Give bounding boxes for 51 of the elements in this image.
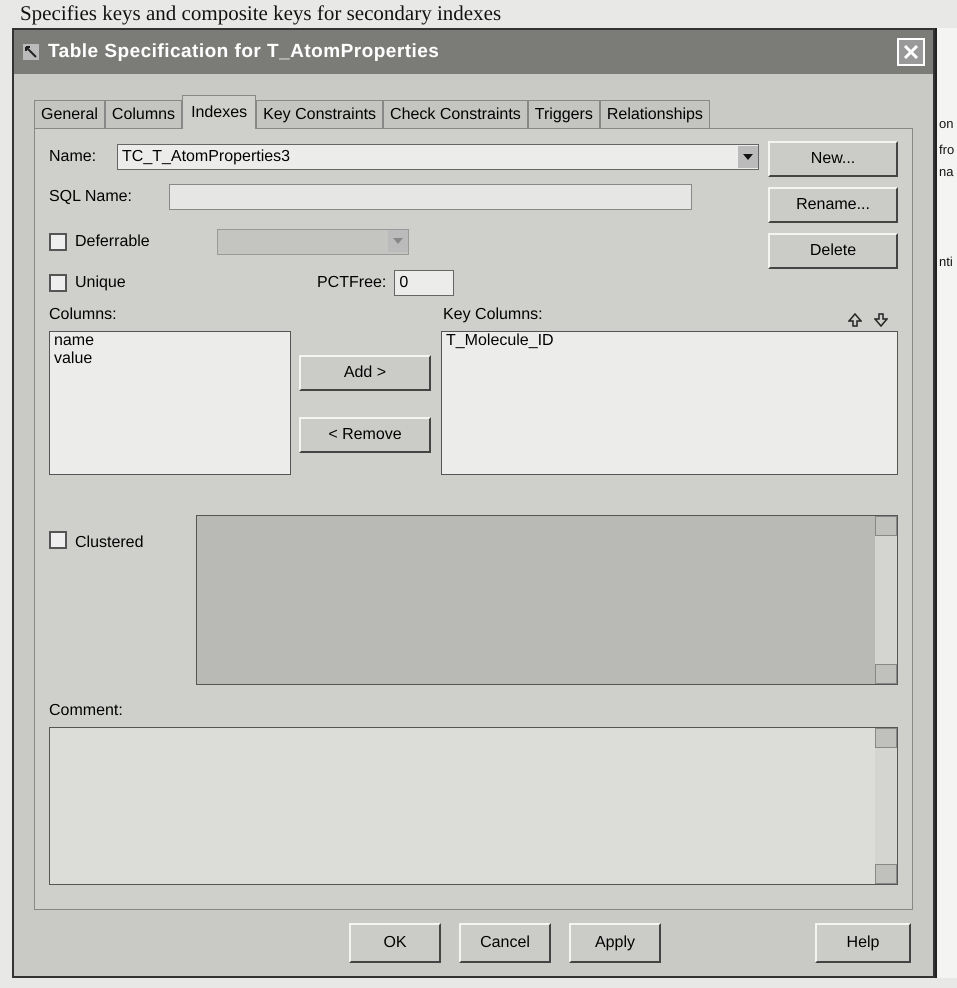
caption-text: Specifies keys and composite keys for secondary indexes bbox=[20, 3, 502, 24]
sql-name-field[interactable] bbox=[169, 184, 692, 210]
dialog-button[interactable]: Rename... bbox=[768, 187, 898, 223]
list-item[interactable]: value bbox=[54, 350, 286, 368]
tab[interactable]: Relationships bbox=[600, 100, 710, 128]
up-arrow-icon[interactable] bbox=[848, 313, 862, 327]
comment-field[interactable] bbox=[49, 727, 898, 885]
checkbox-label: Deferrable bbox=[75, 232, 150, 252]
down-arrow-icon[interactable] bbox=[874, 313, 888, 327]
caret-icon bbox=[388, 230, 408, 252]
checkbox-label: Clustered bbox=[75, 533, 144, 553]
dialog-button[interactable]: Add > bbox=[299, 355, 431, 391]
tab[interactable]: Triggers bbox=[528, 100, 600, 128]
close-icon bbox=[903, 44, 919, 60]
dialog-button[interactable]: New... bbox=[768, 141, 898, 177]
caret-icon bbox=[738, 146, 758, 168]
columns-list[interactable]: name value bbox=[49, 331, 291, 475]
checkbox[interactable] bbox=[49, 274, 67, 292]
dialog-button[interactable]: Apply bbox=[569, 923, 661, 963]
field-label: SQL Name: bbox=[49, 187, 133, 207]
field-label: Comment: bbox=[49, 701, 124, 721]
checkbox[interactable] bbox=[49, 233, 67, 251]
partial-text: na bbox=[938, 164, 954, 180]
dialog-button[interactable]: < Remove bbox=[299, 417, 431, 453]
dialog-button[interactable]: Delete bbox=[768, 233, 898, 269]
dialog-button[interactable]: OK bbox=[349, 923, 441, 963]
partial-text: nti bbox=[938, 254, 954, 270]
tab[interactable]: Key Constraints bbox=[256, 100, 384, 128]
tab[interactable]: General bbox=[34, 100, 105, 128]
close-button[interactable] bbox=[897, 38, 925, 66]
checkbox[interactable] bbox=[49, 531, 67, 549]
scrollbar[interactable] bbox=[875, 516, 897, 684]
dialog-button[interactable]: Cancel bbox=[459, 923, 551, 963]
field-label: Name: bbox=[49, 147, 98, 167]
name-dropdown[interactable]: TC_T_AtomProperties3 bbox=[117, 144, 759, 170]
tab[interactable]: Check Constraints bbox=[383, 100, 528, 128]
list-item[interactable]: name bbox=[54, 332, 286, 350]
list-label: Key Columns: bbox=[443, 305, 544, 325]
tab[interactable]: Columns bbox=[104, 100, 182, 128]
window-title: Table Specification for T_AtomProperties bbox=[48, 40, 440, 64]
list-item[interactable]: T_Molecule_ID bbox=[446, 332, 893, 350]
list-label: Columns: bbox=[49, 305, 118, 325]
scrollbar[interactable] bbox=[875, 728, 897, 884]
checkbox-label: Unique bbox=[75, 273, 126, 293]
key-columns-list[interactable]: T_Molecule_ID bbox=[441, 331, 898, 475]
pctfree-field[interactable]: 0 bbox=[394, 270, 454, 296]
tab[interactable]: Indexes bbox=[182, 95, 256, 129]
dialog-button[interactable]: Help bbox=[815, 923, 911, 963]
partial-text: on bbox=[938, 116, 954, 132]
partial-text: fro bbox=[938, 142, 956, 158]
field-label: PCTFree: bbox=[317, 273, 386, 293]
